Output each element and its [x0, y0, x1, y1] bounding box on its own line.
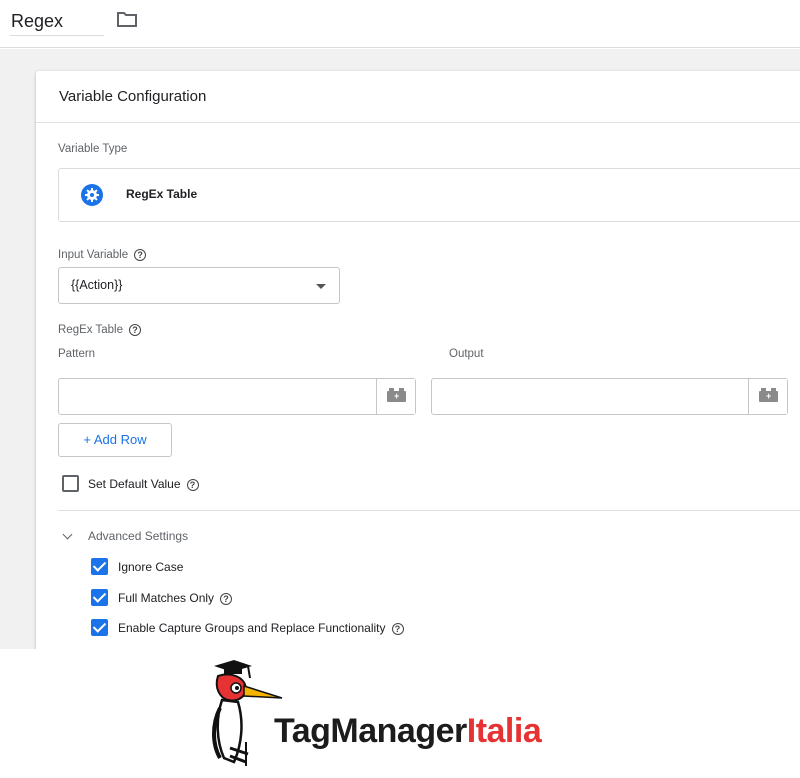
variable-picker-button[interactable]: + [376, 379, 415, 414]
set-default-value-label: Set Default Value? [88, 477, 199, 491]
ignore-case-checkbox[interactable] [91, 558, 108, 575]
input-variable-label: Input Variable? [58, 249, 147, 262]
dropdown-arrow-icon [316, 284, 326, 289]
pattern-column-label: Pattern [58, 348, 96, 360]
full-matches-only-text: Full Matches Only [118, 591, 215, 605]
variable-picker-button[interactable]: + [748, 379, 787, 414]
pattern-input[interactable]: + [58, 378, 416, 415]
input-variable-select[interactable]: {{Action}} [58, 267, 340, 304]
variable-type-name: RegEx Table [126, 187, 198, 201]
lego-brick-icon: + [759, 388, 778, 402]
help-icon[interactable]: ? [186, 478, 199, 491]
input-variable-value: {{Action}} [71, 278, 123, 292]
add-row-button[interactable]: + Add Row [58, 423, 172, 457]
capture-groups-checkbox[interactable] [91, 619, 108, 636]
output-input[interactable]: + [431, 378, 788, 415]
output-column-label: Output [449, 348, 484, 360]
card-title: Variable Configuration [36, 71, 800, 123]
gear-icon [81, 184, 103, 206]
top-bar: Regex [0, 0, 800, 48]
help-icon[interactable]: ? [391, 622, 404, 635]
variable-name-field[interactable]: Regex [10, 8, 104, 36]
brand-text-part1: TagManager [274, 712, 467, 750]
chevron-down-icon[interactable] [62, 529, 73, 540]
regex-table-label: RegEx Table? [58, 324, 141, 336]
variable-type-selector[interactable]: RegEx Table [58, 168, 800, 222]
help-icon[interactable]: ? [129, 324, 141, 336]
full-matches-only-label: Full Matches Only? [118, 591, 233, 605]
folder-icon[interactable] [116, 10, 138, 28]
brand-wordmark: TagManagerItalia [274, 711, 542, 751]
workspace: Variable Configuration Variable Type Reg… [0, 49, 800, 649]
brand-text-part2: Italia [466, 712, 542, 750]
variable-configuration-card: Variable Configuration Variable Type Reg… [36, 71, 800, 649]
set-default-value-checkbox[interactable] [62, 475, 79, 492]
divider [58, 510, 800, 511]
help-icon[interactable]: ? [134, 249, 147, 261]
help-icon[interactable]: ? [220, 592, 233, 605]
regex-table-label-text: RegEx Table [58, 324, 123, 337]
ignore-case-label: Ignore Case [118, 560, 184, 574]
full-matches-only-checkbox[interactable] [91, 589, 108, 606]
advanced-settings-toggle[interactable]: Advanced Settings [88, 529, 188, 543]
input-variable-label-text: Input Variable [58, 249, 129, 262]
variable-type-label: Variable Type [58, 143, 128, 155]
set-default-value-text: Set Default Value [88, 477, 181, 491]
capture-groups-text: Enable Capture Groups and Replace Functi… [118, 621, 386, 635]
lego-brick-icon: + [387, 388, 406, 402]
capture-groups-label: Enable Capture Groups and Replace Functi… [118, 621, 404, 635]
